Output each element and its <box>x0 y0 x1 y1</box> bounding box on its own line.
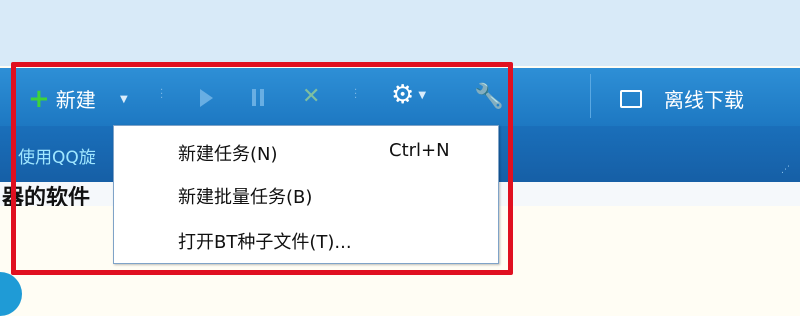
red-highlight-box <box>11 62 513 275</box>
top-band <box>0 0 800 66</box>
offline-download-label: 离线下载 <box>664 88 744 112</box>
toolbar-separator <box>590 74 591 118</box>
offline-download-button[interactable]: 离线下载 <box>620 84 744 113</box>
offline-download-icon <box>620 89 642 108</box>
resize-grip-icon[interactable]: ⋰ <box>781 166 793 178</box>
